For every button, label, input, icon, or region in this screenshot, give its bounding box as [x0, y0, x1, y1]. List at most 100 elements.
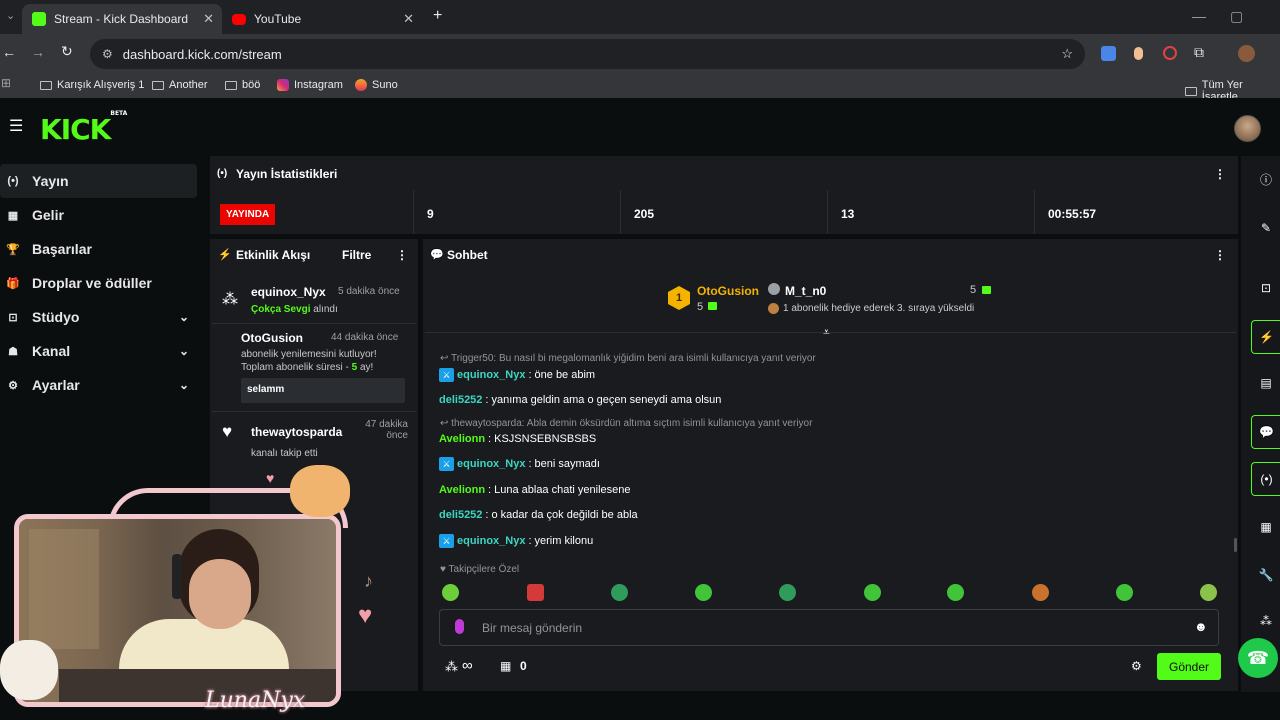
back-icon[interactable]: ←: [2, 44, 16, 60]
emote-icon[interactable]: [611, 584, 628, 601]
kick-logo[interactable]: KICKBETA: [40, 110, 127, 146]
profile-avatar[interactable]: [1238, 45, 1255, 62]
activity-username[interactable]: thewaytosparda: [251, 425, 342, 439]
revenue-icon: ▦: [7, 209, 19, 222]
chat-settings-gear-icon[interactable]: ⚙: [1131, 659, 1142, 673]
chat-scrollbar[interactable]: [1234, 538, 1237, 552]
sword-badge-icon: ⚔: [439, 534, 454, 548]
url-bar[interactable]: ⚙ dashboard.kick.com/stream ☆: [90, 39, 1085, 69]
sidebar-item-kanal[interactable]: ☗ Kanal ⌄: [0, 334, 197, 368]
close-tab-icon[interactable]: ✕: [403, 11, 414, 27]
uptime-stat: 00:55:57: [1048, 207, 1097, 221]
translate-extension-icon[interactable]: [1101, 46, 1116, 61]
minimize-icon[interactable]: —: [1192, 8, 1206, 24]
sidebar-item-studyo[interactable]: ⊡ Stüdyo ⌄: [0, 300, 197, 334]
kicks-icon[interactable]: ⁂: [445, 659, 458, 675]
emote-icon[interactable]: [1200, 584, 1217, 601]
emoji-icon[interactable]: ☻: [1194, 619, 1208, 634]
sidebar-item-yayin[interactable]: (•) Yayın: [0, 164, 197, 198]
reload-icon[interactable]: ↻: [61, 43, 73, 60]
chevron-down-icon[interactable]: ⌄: [179, 310, 189, 324]
chevron-down-icon[interactable]: ⌄: [179, 378, 189, 392]
adblock-extension-icon[interactable]: [1163, 46, 1177, 60]
bookmark-folder[interactable]: Another: [152, 79, 208, 91]
leaderboard-user[interactable]: M_t_n0: [785, 284, 826, 298]
forward-icon[interactable]: →: [31, 44, 45, 60]
chat-username[interactable]: equinox_Nyx: [457, 535, 525, 547]
tab-kick-dashboard[interactable]: Stream - Kick Dashboard ✕: [22, 4, 222, 34]
bookmark-folder[interactable]: Karışık Alışveriş 1: [40, 79, 144, 91]
tab-title: Stream - Kick Dashboard: [54, 12, 189, 26]
chat-username[interactable]: deli5252: [439, 394, 482, 406]
lightning-icon[interactable]: ⚡: [1251, 320, 1280, 354]
layout-icon[interactable]: ▦: [1251, 510, 1280, 544]
folder-icon: [152, 80, 164, 90]
extensions-puzzle-icon[interactable]: ⧉: [1194, 44, 1204, 61]
chat-username[interactable]: equinox_Nyx: [457, 458, 525, 470]
screenshot-icon[interactable]: ⊡: [1251, 271, 1280, 305]
edit-pencil-icon[interactable]: ✎: [1251, 211, 1280, 245]
close-tab-icon[interactable]: ✕: [203, 11, 214, 27]
maximize-icon[interactable]: ▢: [1230, 8, 1243, 25]
sword-badge-icon: ⚔: [439, 368, 454, 382]
gift-count: 5: [970, 284, 977, 296]
more-options-icon[interactable]: ⋮: [1214, 248, 1226, 262]
divider: [212, 323, 416, 324]
info-icon[interactable]: ⓘ: [1251, 162, 1280, 196]
sidebar-item-droplar[interactable]: 🎁 Droplar ve ödüller: [0, 266, 197, 300]
chat-username[interactable]: Avelionn: [439, 484, 485, 496]
chat-username[interactable]: equinox_Nyx: [457, 369, 525, 381]
support-headset-icon[interactable]: ☎: [1238, 638, 1278, 678]
tab-youtube[interactable]: YouTube ✕: [222, 4, 422, 34]
tab-search-icon[interactable]: ⌄: [6, 9, 15, 22]
chevron-down-icon[interactable]: ⌄: [179, 344, 189, 358]
bookmark-star-icon[interactable]: ☆: [1061, 46, 1073, 62]
leaderboard-text: 1 abonelik hediye ederek 3. sıraya yükse…: [783, 303, 975, 314]
activity-text: abonelik yenilemesini kutluyor!: [241, 349, 377, 360]
emote-icon[interactable]: [864, 584, 881, 601]
activity-username[interactable]: equinox_Nyx: [251, 285, 326, 299]
bookmark-folder[interactable]: böö: [225, 79, 260, 91]
collapse-pinned-icon[interactable]: ⩡: [823, 325, 830, 340]
emote-icon[interactable]: [442, 584, 459, 601]
apps-grid-icon[interactable]: ⊞: [1, 76, 11, 90]
chat-input[interactable]: Bir mesaj gönderin ☻: [439, 609, 1219, 646]
sidebar-item-basarilar[interactable]: 🏆 Başarılar: [0, 232, 197, 266]
chat-text: beni saymadı: [534, 458, 600, 470]
divider: [827, 190, 828, 234]
menu-hamburger-icon[interactable]: ☰: [9, 116, 23, 136]
emote-icon[interactable]: [527, 584, 544, 601]
chat-username[interactable]: Avelionn: [439, 433, 485, 445]
more-options-icon[interactable]: ⋮: [396, 248, 408, 262]
send-button[interactable]: Gönder: [1157, 653, 1221, 680]
kicks-icon[interactable]: ⁂: [1251, 604, 1280, 638]
gear-icon: ⚙: [8, 379, 18, 392]
sidebar-item-ayarlar[interactable]: ⚙ Ayarlar ⌄: [0, 368, 197, 402]
document-icon[interactable]: ▤: [1251, 366, 1280, 400]
site-info-icon[interactable]: ⚙: [102, 47, 113, 61]
extension-icon[interactable]: [1134, 47, 1143, 60]
emote-icon[interactable]: [779, 584, 796, 601]
sidebar-item-gelir[interactable]: ▦ Gelir: [0, 198, 197, 232]
broadcast-icon[interactable]: (•): [1251, 462, 1280, 496]
new-tab-button[interactable]: +: [433, 7, 442, 25]
emote-icon[interactable]: [947, 584, 964, 601]
chat-text: yanıma geldin ama o geçen seneydi ama ol…: [491, 394, 722, 406]
chat-title: Sohbet: [447, 248, 488, 262]
bookmark-instagram[interactable]: Instagram: [277, 79, 343, 91]
emote-icon[interactable]: [1032, 584, 1049, 601]
bookmark-suno[interactable]: Suno: [355, 79, 398, 91]
store-icon[interactable]: ▦: [500, 659, 511, 673]
microphone-icon[interactable]: [455, 619, 464, 634]
user-avatar[interactable]: [1234, 115, 1261, 142]
chat-bubble-icon[interactable]: 💬: [1251, 415, 1280, 449]
activity-username[interactable]: OtoGusion: [241, 331, 303, 345]
leaderboard-user[interactable]: OtoGusion: [697, 284, 759, 298]
kick-favicon: [32, 12, 46, 26]
chat-username[interactable]: deli5252: [439, 509, 482, 521]
wrench-icon[interactable]: 🔧: [1251, 558, 1280, 592]
emote-icon[interactable]: [1116, 584, 1133, 601]
emote-icon[interactable]: [695, 584, 712, 601]
more-options-icon[interactable]: ⋮: [1214, 167, 1226, 181]
filter-button[interactable]: Filtre: [342, 248, 371, 262]
